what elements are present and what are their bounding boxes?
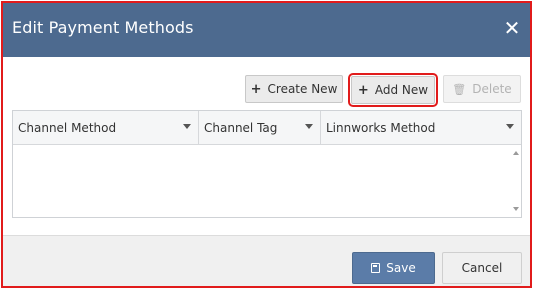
- plus-icon: +: [250, 81, 262, 97]
- chevron-down-icon[interactable]: [506, 124, 514, 129]
- scroll-down-icon[interactable]: [513, 207, 519, 211]
- create-new-button[interactable]: + Create New: [245, 75, 343, 103]
- cancel-button[interactable]: Cancel: [442, 252, 522, 284]
- save-icon: [371, 263, 381, 273]
- column-header-channel-method[interactable]: Channel Method: [13, 111, 199, 144]
- chevron-down-icon[interactable]: [305, 124, 313, 129]
- plus-icon: +: [357, 82, 369, 98]
- chevron-down-icon[interactable]: [183, 124, 191, 129]
- add-new-button[interactable]: + Add New: [348, 73, 438, 107]
- delete-button[interactable]: 🗑 Delete: [443, 75, 521, 103]
- trash-icon: 🗑: [452, 82, 467, 96]
- column-header-linnworks-method[interactable]: Linnworks Method: [321, 111, 521, 144]
- edit-payment-methods-dialog: Edit Payment Methods ✕ + Create New + Ad…: [1, 1, 532, 288]
- scroll-up-icon[interactable]: [513, 151, 519, 155]
- column-header-channel-tag[interactable]: Channel Tag: [199, 111, 321, 144]
- save-button[interactable]: Save: [352, 252, 435, 284]
- grid-scrollbar[interactable]: [511, 145, 521, 217]
- payment-methods-grid: Channel Method Channel Tag Linnworks Met…: [12, 110, 522, 218]
- dialog-title: Edit Payment Methods: [12, 18, 194, 37]
- column-header-label: Linnworks Method: [326, 120, 436, 135]
- add-new-label: Add New: [374, 83, 429, 97]
- dialog-header: Edit Payment Methods ✕: [3, 3, 530, 57]
- create-new-label: Create New: [267, 82, 338, 96]
- save-label: Save: [386, 261, 416, 275]
- grid-body: [13, 145, 521, 217]
- close-icon[interactable]: ✕: [503, 16, 521, 40]
- grid-header: Channel Method Channel Tag Linnworks Met…: [13, 111, 521, 145]
- cancel-label: Cancel: [461, 261, 503, 275]
- column-header-label: Channel Method: [18, 120, 117, 135]
- delete-label: Delete: [472, 82, 512, 96]
- column-header-label: Channel Tag: [204, 120, 278, 135]
